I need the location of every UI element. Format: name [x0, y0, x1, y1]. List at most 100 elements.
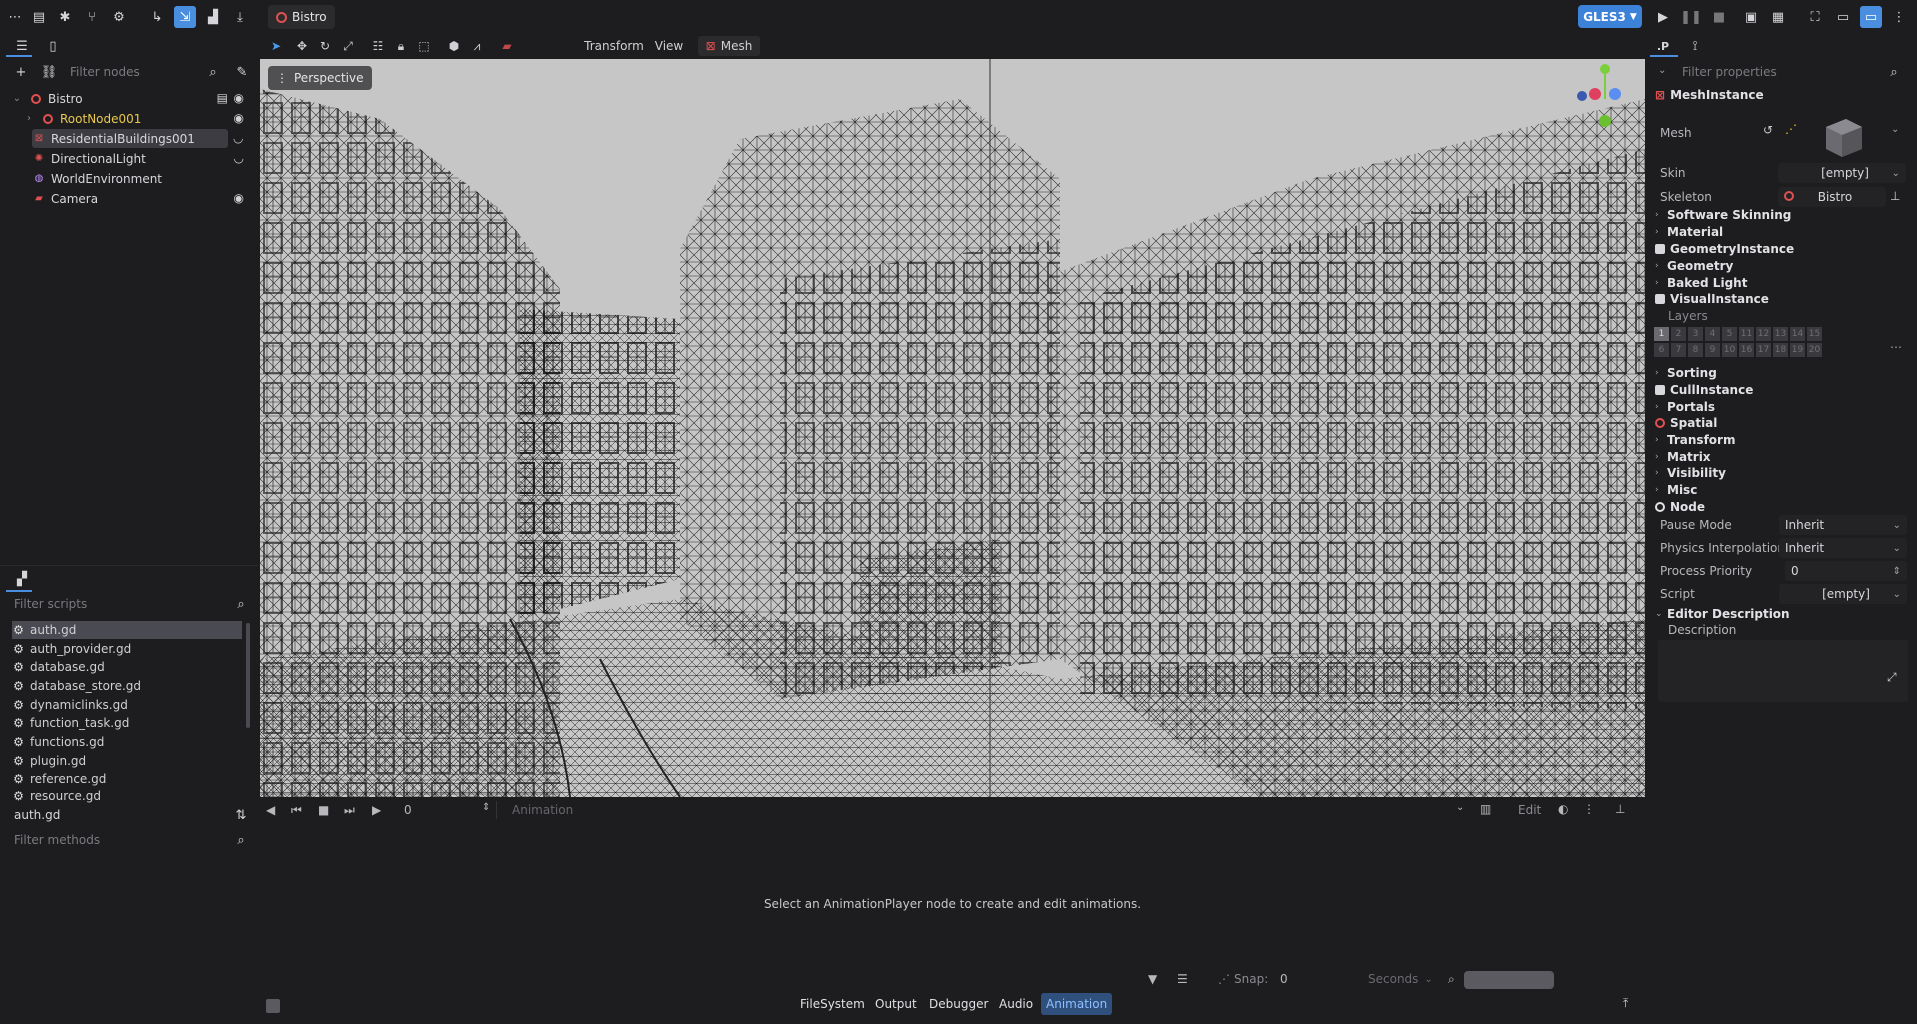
window-icon[interactable]: ▭ — [1860, 6, 1882, 28]
section-sorting[interactable]: › Sorting — [1655, 364, 1717, 381]
script-item[interactable]: ⚙ function_task.gd — [12, 714, 242, 732]
edit-button[interactable]: Edit — [1518, 800, 1541, 820]
layer-cell[interactable]: 8 — [1688, 343, 1703, 357]
filter-nodes-input[interactable]: Filter nodes — [60, 61, 225, 83]
tab-audio[interactable]: Audio — [994, 993, 1038, 1015]
nodes-icon[interactable]: ⋰ — [1785, 122, 1797, 136]
revert-icon[interactable]: ↺ — [1763, 123, 1773, 137]
skin-dropdown[interactable]: [empty] ⌄ — [1778, 163, 1906, 183]
filter-properties-input[interactable]: Filter properties — [1672, 61, 1882, 83]
signals-tab-icon[interactable]: ⟟ — [1684, 35, 1706, 57]
snap-input[interactable]: 0 — [1280, 972, 1330, 986]
script-item[interactable]: ⚙ functions.gd — [12, 733, 242, 751]
section-geometryinstance[interactable]: GeometryInstance — [1655, 240, 1794, 257]
scene-tab-bistro[interactable]: Bistro — [268, 5, 335, 29]
play-scene-icon[interactable]: ▣ — [1740, 6, 1762, 28]
tree-list-icon[interactable]: ☰ — [1177, 972, 1188, 986]
filter-icon[interactable]: ▼ — [1148, 972, 1157, 986]
section-baked-light[interactable]: › Baked Light — [1655, 274, 1747, 291]
fork-icon[interactable]: ⑂ — [81, 6, 103, 28]
layer-cell[interactable]: 19 — [1790, 343, 1805, 357]
section-node[interactable]: Node — [1655, 498, 1705, 515]
move-icon[interactable]: ↳ — [146, 6, 168, 28]
section-portals[interactable]: › Portals — [1655, 398, 1715, 415]
layer-cell[interactable]: 1 — [1654, 327, 1669, 341]
play-custom-icon[interactable]: ▦ — [1767, 6, 1789, 28]
view-menu[interactable]: View — [651, 36, 687, 56]
script-item[interactable]: ⚙ database.gd — [12, 658, 242, 676]
add-node-icon[interactable]: + — [10, 61, 32, 83]
output-toggle[interactable] — [266, 999, 280, 1013]
zoom-slider[interactable] — [1464, 971, 1554, 989]
expand-icon[interactable]: ⤢ — [1887, 670, 1897, 685]
script-attach-icon[interactable]: ✎ — [231, 61, 253, 83]
spin-arrows-icon[interactable]: ⇕ — [482, 802, 490, 813]
fullscreen-icon[interactable]: ⛶ — [1804, 6, 1826, 28]
tree-node-bistro[interactable]: ⌄ Bistro ▤ ◉ — [10, 89, 250, 108]
layer-cell[interactable]: 7 — [1671, 343, 1686, 357]
time-input[interactable]: 0 — [404, 800, 484, 820]
visibility-eye-icon[interactable]: ◉ — [234, 111, 244, 125]
visibility-eye-icon[interactable]: ◡ — [234, 151, 244, 165]
section-misc[interactable]: › Misc — [1655, 481, 1697, 498]
tab-output[interactable]: Output — [870, 993, 922, 1015]
scrollbar[interactable] — [246, 623, 250, 728]
link-icon[interactable]: ⛓ — [38, 61, 60, 83]
tree-node-directionallight[interactable]: ✺ DirectionalLight ◡ — [32, 149, 250, 168]
tree-node-residentialbuildings001[interactable]: ⊠ ResidentialBuildings001 — [32, 129, 228, 148]
section-visualinstance[interactable]: VisualInstance — [1655, 290, 1769, 307]
layer-cell[interactable]: 16 — [1739, 343, 1754, 357]
layer-cell[interactable]: 15 — [1807, 327, 1822, 341]
layer-cell[interactable]: 6 — [1654, 343, 1669, 357]
search-icon[interactable]: ⌕ — [230, 593, 252, 615]
layer-cell[interactable]: 13 — [1773, 327, 1788, 341]
search-icon[interactable]: ⌕ — [230, 829, 252, 851]
layer-cell[interactable]: 17 — [1756, 343, 1771, 357]
layer-cell[interactable]: 4 — [1705, 327, 1720, 341]
rotate-tool-icon[interactable]: ↻ — [315, 36, 335, 56]
tree-node-worldenvironment[interactable]: ◍ WorldEnvironment — [32, 169, 250, 188]
script-item[interactable]: ⚙ database_store.gd — [12, 677, 242, 695]
more-vertical-icon[interactable]: ⋮ — [1583, 802, 1595, 816]
tools-icon[interactable]: ⚙ — [108, 6, 130, 28]
scene-tree-icon[interactable]: ☰ — [11, 35, 33, 57]
visibility-eye-icon[interactable]: ◉ — [234, 191, 244, 205]
bug-icon[interactable]: ✱ — [54, 6, 76, 28]
search-icon[interactable]: ⌕ — [1883, 61, 1905, 83]
layer-cell[interactable]: 9 — [1705, 343, 1720, 357]
select-mode-icon[interactable]: ⇲ — [174, 6, 196, 28]
scale-tool-icon[interactable]: ⤢ — [338, 36, 358, 56]
layer-cell[interactable]: 3 — [1688, 327, 1703, 341]
snap-icon[interactable]: ⩘ — [467, 36, 487, 56]
onion-skin-icon[interactable]: ◐ — [1558, 802, 1568, 816]
play-backwards-icon[interactable]: ◀ — [266, 803, 282, 817]
time-unit-select[interactable]: Seconds ⌄ — [1368, 972, 1433, 986]
clapboard-icon[interactable]: ▤ — [217, 91, 228, 105]
script-item[interactable]: ⚙ dynamiclinks.gd — [12, 696, 242, 714]
tree-node-rootnode001[interactable]: › RootNode001 ◉ — [22, 109, 250, 128]
camera-preview-icon[interactable]: ▰ — [497, 36, 517, 56]
physics-interpolation-dropdown[interactable]: Inherit ⌄ — [1779, 538, 1907, 558]
description-textarea[interactable] — [1658, 640, 1908, 702]
play-icon[interactable]: ▶ — [372, 803, 388, 817]
animation-select[interactable]: Animation — [512, 800, 732, 820]
move-tool-icon[interactable]: ✥ — [292, 36, 312, 56]
list-select-icon[interactable]: ☷ — [368, 36, 388, 56]
visibility-eye-icon[interactable]: ◡ — [233, 131, 243, 145]
section-cullinstance[interactable]: CullInstance — [1655, 381, 1753, 398]
layer-cell[interactable]: 18 — [1773, 343, 1788, 357]
play-from-start-icon[interactable]: ⏭ — [344, 803, 360, 818]
script-item[interactable]: ⚙ resource.gd — [12, 789, 242, 803]
more-icon[interactable]: ⋯ — [1890, 340, 1902, 354]
script-item[interactable]: ⚙ auth.gd — [12, 621, 242, 639]
menu-icon[interactable]: ⋯ — [4, 6, 26, 28]
section-visibility[interactable]: › Visibility — [1655, 464, 1726, 481]
script-dropdown[interactable]: [empty] ⌄ — [1779, 584, 1907, 604]
layer-cell[interactable]: 5 — [1722, 327, 1737, 341]
boot-icon[interactable]: ▟ — [202, 6, 224, 28]
tab-debugger[interactable]: Debugger — [924, 993, 993, 1015]
tree-node-camera[interactable]: ▰ Camera ◉ — [32, 189, 250, 208]
expand-panel-icon[interactable]: ⤒ — [1623, 996, 1628, 1011]
chevron-down-icon[interactable]: ⌄ — [1891, 124, 1899, 135]
assign-icon[interactable]: ⊥ — [1890, 189, 1900, 203]
